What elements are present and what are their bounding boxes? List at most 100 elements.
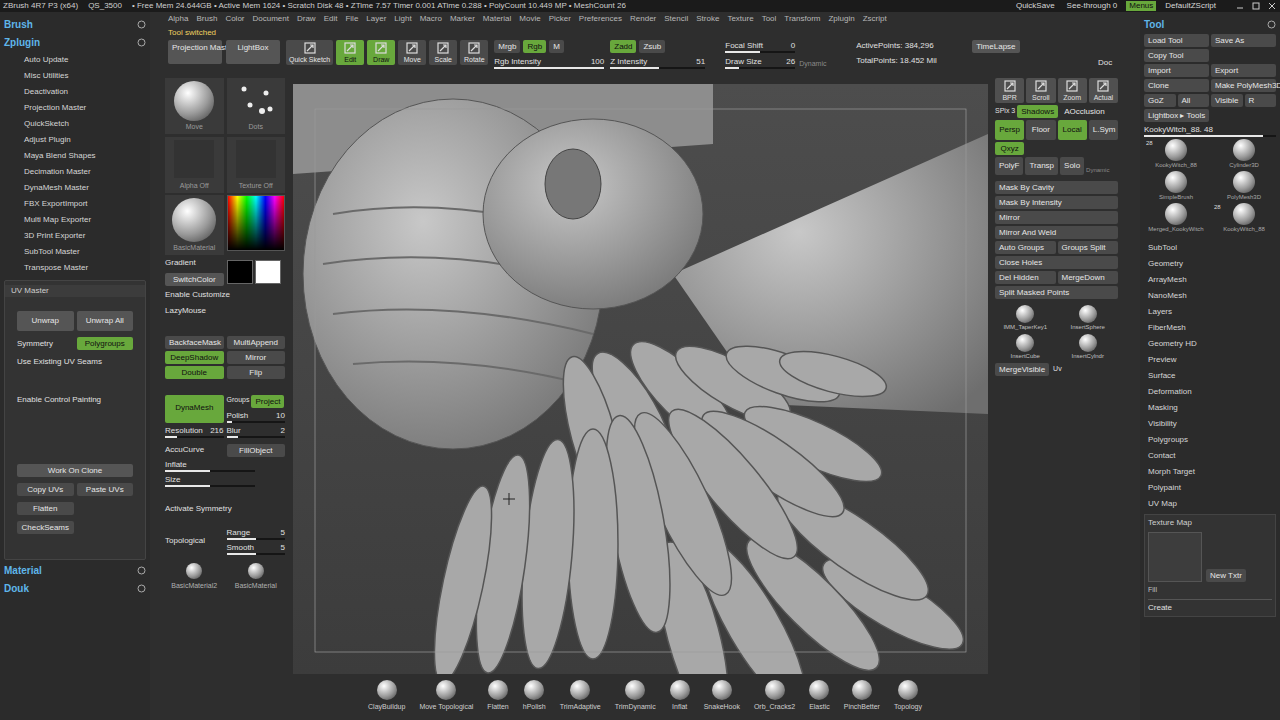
- dynamic-label[interactable]: Dynamic: [1086, 166, 1109, 175]
- action-button[interactable]: Split Masked Points: [995, 286, 1118, 299]
- menu-item[interactable]: Zplugin: [824, 13, 858, 25]
- menu-item[interactable]: Document: [249, 13, 293, 25]
- action-button[interactable]: Mask By Cavity: [995, 181, 1118, 194]
- blur-slider[interactable]: Blur2: [227, 425, 286, 438]
- tool-menu-item[interactable]: Preview: [1144, 352, 1276, 368]
- tool-menu-item[interactable]: SubTool: [1144, 240, 1276, 256]
- fill-label[interactable]: Fill: [1148, 585, 1272, 596]
- slider-track[interactable]: [165, 485, 255, 487]
- checkseams-button[interactable]: CheckSeams: [17, 521, 74, 534]
- topological-toggle[interactable]: Topological: [165, 535, 224, 547]
- insert-mesh[interactable]: InsertCylndr: [1058, 334, 1119, 361]
- tool-menu-item[interactable]: Polygroups: [1144, 432, 1276, 448]
- view-button[interactable]: BPR: [995, 78, 1024, 103]
- tool-thumb[interactable]: PolyMesh3D: [1212, 171, 1276, 202]
- groups-toggle[interactable]: Groups: [227, 395, 250, 408]
- zplugin-item[interactable]: Misc Utilities: [24, 68, 146, 84]
- brush-slot[interactable]: SnakeHook: [704, 680, 740, 713]
- menu-item[interactable]: Zscript: [859, 13, 891, 25]
- zplugin-item[interactable]: SubTool Master: [24, 244, 146, 260]
- brush-header[interactable]: Brush: [4, 16, 146, 32]
- tool-file-button[interactable]: Make PolyMesh3D: [1211, 79, 1276, 92]
- nav-button[interactable]: Persp: [995, 120, 1024, 140]
- draw-size-slider[interactable]: Draw Size26: [725, 56, 795, 69]
- zplugin-item[interactable]: Decimation Master: [24, 164, 146, 180]
- menu-item[interactable]: Marker: [446, 13, 479, 25]
- uv-copy-button[interactable]: Paste UVs: [77, 483, 134, 496]
- tool-file-button[interactable]: Lightbox ▸ Tools: [1144, 109, 1209, 122]
- shelf-thumb[interactable]: Texture Off: [227, 137, 286, 193]
- big-button[interactable]: LightBox: [226, 40, 280, 64]
- enable-customize[interactable]: Enable Customize: [165, 288, 285, 302]
- menu-item[interactable]: Material: [479, 13, 515, 25]
- zplugin-item[interactable]: Auto Update: [24, 52, 146, 68]
- brush-slot[interactable]: Topology: [894, 680, 922, 713]
- zplugin-item[interactable]: 3D Print Exporter: [24, 228, 146, 244]
- accucurve-toggle[interactable]: AccuCurve: [165, 444, 224, 457]
- focal-shift-slider[interactable]: Focal Shift0: [725, 40, 795, 53]
- douk-header[interactable]: Douk: [4, 580, 146, 596]
- action-button[interactable]: Auto Groups: [995, 241, 1056, 254]
- title-button[interactable]: DefaultZScript: [1162, 1, 1219, 11]
- slider-track[interactable]: [165, 436, 224, 438]
- title-button[interactable]: See-through 0: [1064, 1, 1121, 11]
- material-thumb[interactable]: BasicMaterial: [165, 195, 224, 255]
- slider-track[interactable]: [494, 67, 604, 69]
- view-button[interactable]: Scroll: [1026, 78, 1055, 103]
- menu-item[interactable]: Color: [221, 13, 248, 25]
- tool-menu-item[interactable]: Contact: [1144, 448, 1276, 464]
- control-painting[interactable]: Enable Control Painting: [17, 394, 133, 406]
- color-swatch[interactable]: [255, 260, 281, 284]
- toggle-button[interactable]: BackfaceMask: [165, 336, 224, 349]
- insert-mesh[interactable]: InsertSphere: [1058, 305, 1119, 332]
- tool-file-button[interactable]: All: [1178, 94, 1210, 107]
- slider-track[interactable]: [1144, 135, 1276, 137]
- zplugin-item[interactable]: Adjust Plugin: [24, 132, 146, 148]
- brush-slot[interactable]: Inflat: [670, 680, 690, 713]
- project-button[interactable]: Project: [251, 395, 284, 408]
- tool-menu-item[interactable]: Visibility: [1144, 416, 1276, 432]
- brush-slot[interactable]: Move Topological: [419, 680, 473, 713]
- action-button[interactable]: Mirror: [995, 211, 1118, 224]
- rgb-intensity-slider[interactable]: Rgb Intensity100: [494, 56, 604, 69]
- tool-thumb[interactable]: SimpleBrush: [1144, 171, 1208, 202]
- insert-mesh[interactable]: IMM_TaperKey1: [995, 305, 1056, 332]
- slider-track[interactable]: [227, 553, 286, 555]
- action-button[interactable]: Groups Split: [1058, 241, 1119, 254]
- slider-track[interactable]: [610, 67, 705, 69]
- tool-menu-item[interactable]: Geometry: [1144, 256, 1276, 272]
- menu-item[interactable]: Texture: [723, 13, 757, 25]
- texture-map-title[interactable]: Texture Map: [1148, 517, 1272, 529]
- merge-visible-button[interactable]: MergeVisible: [995, 363, 1049, 376]
- menu-item[interactable]: Movie: [515, 13, 544, 25]
- material-preset[interactable]: BasicMaterial: [227, 563, 286, 592]
- tool-menu-item[interactable]: Surface: [1144, 368, 1276, 384]
- menu-item[interactable]: Light: [390, 13, 415, 25]
- zplugin-item[interactable]: Projection Master: [24, 100, 146, 116]
- menu-item[interactable]: Transform: [780, 13, 824, 25]
- tool-button[interactable]: Quick Sketch: [286, 40, 333, 65]
- inflate-slider[interactable]: Inflate: [165, 459, 255, 472]
- tool-menu-item[interactable]: UV Map: [1144, 496, 1276, 512]
- view-button[interactable]: Zoom: [1058, 78, 1087, 103]
- nav-button[interactable]: PolyF: [995, 157, 1023, 175]
- brush-slot[interactable]: PinchBetter: [844, 680, 880, 713]
- toggle-button[interactable]: Double: [165, 366, 224, 379]
- action-button[interactable]: MergeDown: [1058, 271, 1119, 284]
- nav-button[interactable]: Local: [1058, 120, 1087, 140]
- uv-copy-button[interactable]: Copy UVs: [17, 483, 74, 496]
- brush-slot[interactable]: hPolish: [523, 680, 546, 713]
- polish-slider[interactable]: Polish10: [227, 410, 286, 423]
- zplugin-item[interactable]: FBX ExportImport: [24, 196, 146, 212]
- menu-item[interactable]: Picker: [545, 13, 575, 25]
- tool-file-button[interactable]: Save As: [1211, 34, 1276, 47]
- zplugin-header[interactable]: Zplugin: [4, 34, 146, 50]
- flatten-button[interactable]: Flatten: [17, 502, 74, 515]
- color-mode-button[interactable]: M: [549, 40, 564, 53]
- aocclusion-button[interactable]: AOcclusion: [1060, 105, 1108, 118]
- tool-file-button[interactable]: Export: [1211, 64, 1276, 77]
- dynamesh-button[interactable]: DynaMesh: [165, 395, 224, 423]
- menu-item[interactable]: Stencil: [660, 13, 692, 25]
- nav-button[interactable]: L.Sym: [1089, 120, 1118, 140]
- size-slider[interactable]: Size: [165, 474, 255, 487]
